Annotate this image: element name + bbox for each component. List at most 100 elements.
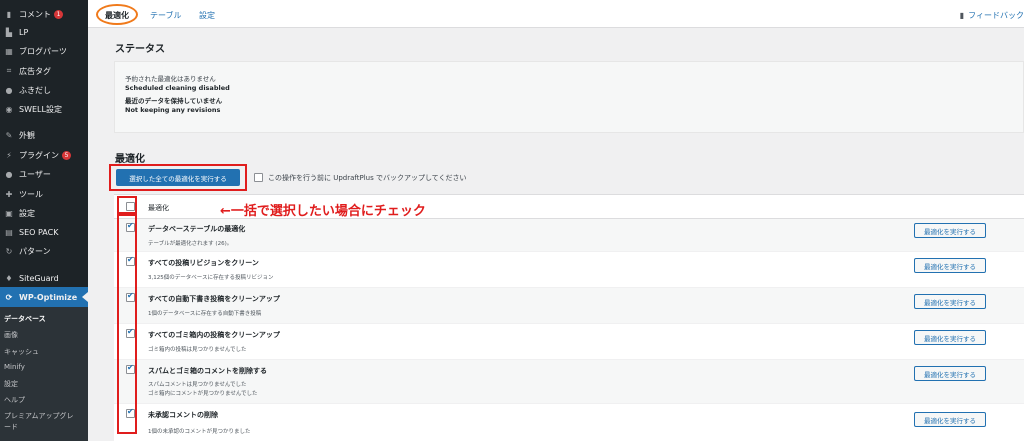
row-title: すべてのゴミ箱内の投稿をクリーンアップ xyxy=(148,331,280,339)
pattern-icon: ↻ xyxy=(5,246,13,256)
submenu-item-database[interactable]: データベース xyxy=(4,314,46,324)
row-desc: 3,125個のデータベースに存在する投稿リビジョン xyxy=(148,275,274,281)
table-row: 未承認コメントの削除 1個の未承認のコメントが見つかりました 最適化を実行する xyxy=(114,404,1024,441)
ad-tag-icon: ⌗ xyxy=(6,66,12,75)
feedback-icon: ▮ xyxy=(959,11,965,20)
sidebar-item-patterns[interactable]: ↻ パターン xyxy=(0,241,88,261)
row-desc: スパムコメントは見つかりませんでした xyxy=(148,382,247,388)
submenu-item-cache[interactable]: キャッシュ xyxy=(4,347,39,357)
wp-optimize-icon: ⟳ xyxy=(5,292,13,302)
sidebar-item-lp[interactable]: ▙ LP xyxy=(0,22,88,42)
submenu-item-help[interactable]: ヘルプ xyxy=(4,395,25,405)
sidebar-item-label: コメント xyxy=(19,9,51,19)
lp-icon: ▙ xyxy=(5,27,13,37)
siteguard-icon: ♦ xyxy=(5,273,13,283)
comment-count-badge: 1 xyxy=(54,9,63,19)
run-optimization-button[interactable]: 最適化を実行する xyxy=(914,223,986,238)
sidebar-item-seo-pack[interactable]: ▤ SEO PACK xyxy=(0,222,88,242)
sidebar-item-fukidashi[interactable]: ● ふきだし xyxy=(0,80,88,100)
optimize-heading: 最適化 xyxy=(115,154,145,165)
sidebar-item-label: SWELL設定 xyxy=(19,104,62,114)
row-desc: ゴミ箱内の投稿は見つかりませんでした xyxy=(148,347,247,353)
sidebar-item-label: プラグイン xyxy=(19,150,59,160)
comment-icon: ▮ xyxy=(6,9,12,19)
run-optimization-button[interactable]: 最適化を実行する xyxy=(914,330,986,345)
row-title: すべての自動下書き投稿をクリーンアップ xyxy=(148,295,280,303)
sidebar-item-comments[interactable]: ▮ コメント 1 xyxy=(0,4,88,24)
header-label: 最適化 xyxy=(148,204,169,212)
appearance-icon: ✎ xyxy=(5,130,13,140)
submenu-item-images[interactable]: 画像 xyxy=(4,330,18,340)
settings-icon: ▣ xyxy=(5,208,13,218)
submenu-item-settings[interactable]: 設定 xyxy=(4,379,18,389)
table-row: すべての自動下書き投稿をクリーンアップ 1個のデータベースに存在する自動下書き投… xyxy=(114,288,1024,324)
plugin-update-badge: 5 xyxy=(62,150,71,160)
plugin-icon: ⚡ xyxy=(6,150,12,160)
sidebar-item-label: SEO PACK xyxy=(19,227,59,237)
sidebar-item-label: SiteGuard xyxy=(19,273,59,283)
backup-checkbox[interactable] xyxy=(254,173,263,182)
tab-optimize[interactable]: 最適化 xyxy=(105,10,129,21)
sidebar-item-users[interactable]: ● ユーザー xyxy=(0,164,88,184)
feedback-label: フィードバック xyxy=(968,11,1024,20)
sidebar-item-label: WP-Optimize xyxy=(19,292,78,302)
sidebar-item-swell-settings[interactable]: ◉ SWELL設定 xyxy=(0,99,88,119)
backup-label: この操作を行う前に UpdraftPlus でバックアップしてください xyxy=(268,174,467,182)
run-optimization-button[interactable]: 最適化を実行する xyxy=(914,294,986,309)
status-line: Scheduled cleaning disabled xyxy=(125,84,230,92)
sidebar-item-label: ツール xyxy=(19,189,43,199)
row-title: すべての投稿リビジョンをクリーン xyxy=(148,259,259,267)
highlight-box-row-checkboxes xyxy=(117,214,137,434)
table-row: すべてのゴミ箱内の投稿をクリーンアップ ゴミ箱内の投稿は見つかりませんでした 最… xyxy=(114,324,1024,360)
tab-tables[interactable]: テーブル xyxy=(150,10,182,21)
sidebar-item-label: 設定 xyxy=(19,208,35,218)
row-desc: 1個の未承認のコメントが見つかりました xyxy=(148,429,251,435)
sidebar-item-label: ふきだし xyxy=(19,85,51,95)
sidebar-item-siteguard[interactable]: ♦ SiteGuard xyxy=(0,268,88,288)
user-icon: ● xyxy=(5,169,13,179)
status-line: 予約された最適化はありません xyxy=(125,75,216,83)
run-optimization-button[interactable]: 最適化を実行する xyxy=(914,412,986,427)
admin-sidebar: ▮ コメント 1 ▙ LP ▦ ブログパーツ ⌗ 広告タグ ● ふきだし ◉ S… xyxy=(0,0,88,441)
sidebar-item-label: LP xyxy=(19,27,29,37)
run-optimization-button[interactable]: 最適化を実行する xyxy=(914,258,986,273)
row-title: 未承認コメントの削除 xyxy=(148,411,218,419)
highlight-box-select-all xyxy=(117,196,137,214)
status-panel: 予約された最適化はありません Scheduled cleaning disabl… xyxy=(114,61,1024,133)
row-desc: テーブルが最適化されます (26)。 xyxy=(148,241,233,247)
submenu-item-premium-upgrade-cont[interactable]: ード xyxy=(4,422,18,432)
run-all-optimizations-button[interactable]: 選択した全ての最適化を実行する xyxy=(116,169,240,186)
status-heading: ステータス xyxy=(115,44,165,55)
sidebar-item-blog-parts[interactable]: ▦ ブログパーツ xyxy=(0,41,88,61)
annotation-text: ←一括で選択したい場合にチェック xyxy=(220,204,426,219)
sidebar-item-label: パターン xyxy=(19,246,51,256)
wp-optimize-submenu: データベース 画像 キャッシュ Minify 設定 ヘルプ プレミアムアップグレ… xyxy=(0,307,88,441)
submenu-item-premium-upgrade[interactable]: プレミアムアップグレ xyxy=(4,411,74,421)
sidebar-item-tools[interactable]: ✚ ツール xyxy=(0,184,88,204)
feedback-link[interactable]: ▮ フィードバック xyxy=(960,10,1024,21)
main-content: 最適化 テーブル 設定 ▮ フィードバック ステータス 予約された最適化はありま… xyxy=(88,0,1024,441)
run-optimization-button[interactable]: 最適化を実行する xyxy=(914,366,986,381)
swell-icon: ◉ xyxy=(5,104,13,114)
sidebar-item-wp-optimize[interactable]: ⟳ WP-Optimize xyxy=(0,287,88,307)
sidebar-item-ad-tag[interactable]: ⌗ 広告タグ xyxy=(0,61,88,81)
tools-icon: ✚ xyxy=(5,189,13,199)
row-title: データベーステーブルの最適化 xyxy=(148,225,246,233)
sidebar-item-settings[interactable]: ▣ 設定 xyxy=(0,203,88,223)
blocks-icon: ▦ xyxy=(5,46,13,56)
optimization-table: 最適化 データベーステーブルの最適化 テーブルが最適化されます (26)。 最適… xyxy=(114,194,1024,441)
row-desc: 1個のデータベースに存在する自動下書き投稿 xyxy=(148,311,262,317)
table-row: すべての投稿リビジョンをクリーン 3,125個のデータベースに存在する投稿リビジ… xyxy=(114,252,1024,288)
sidebar-item-plugins[interactable]: ⚡ プラグイン 5 xyxy=(0,145,88,165)
sidebar-item-label: ユーザー xyxy=(19,169,51,179)
sidebar-item-appearance[interactable]: ✎ 外観 xyxy=(0,125,88,145)
sidebar-item-label: 広告タグ xyxy=(19,66,51,76)
speech-bubble-icon: ● xyxy=(5,85,13,95)
status-line: Not keeping any revisions xyxy=(125,106,221,114)
tab-settings[interactable]: 設定 xyxy=(199,10,215,21)
table-row: データベーステーブルの最適化 テーブルが最適化されます (26)。 最適化を実行… xyxy=(114,219,1024,252)
tab-bar: 最適化 テーブル 設定 ▮ フィードバック xyxy=(88,0,1024,28)
submenu-item-minify[interactable]: Minify xyxy=(4,363,25,371)
row-desc: ゴミ箱内にコメントが見つかりませんでした xyxy=(148,391,258,397)
status-line: 最近のデータを保持していません xyxy=(125,97,223,105)
